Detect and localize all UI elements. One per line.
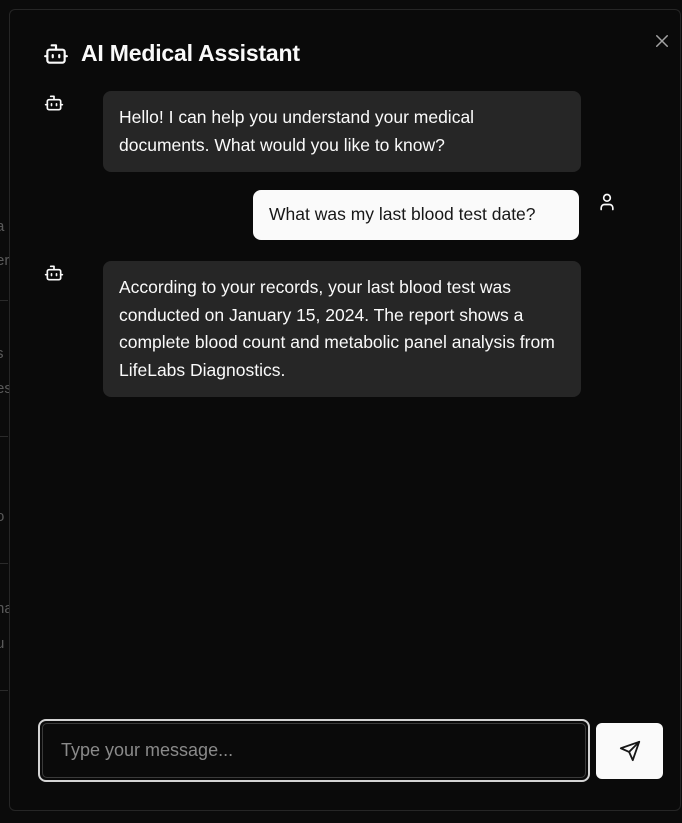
- background-text-fragment: s: [0, 345, 4, 362]
- user-avatar: [596, 191, 618, 213]
- background-divider: [0, 690, 8, 691]
- send-icon: [619, 740, 640, 762]
- background-text-fragment: er: [0, 252, 10, 269]
- user-icon: [600, 193, 614, 211]
- bot-icon: [44, 43, 68, 64]
- background-text-fragment: o: [0, 508, 5, 525]
- user-message: What was my last blood test date?: [253, 190, 579, 240]
- assistant-message: According to your records, your last blo…: [103, 261, 581, 397]
- assistant-message: Hello! I can help you understand your me…: [103, 91, 581, 172]
- background-text-fragment: u: [0, 635, 5, 652]
- send-button[interactable]: [596, 723, 663, 779]
- message-input-wrapper: [38, 719, 590, 782]
- background-text-fragment: a: [0, 218, 5, 235]
- dialog-header: AI Medical Assistant: [43, 40, 300, 67]
- dialog-title: AI Medical Assistant: [81, 40, 300, 66]
- background-divider: [0, 436, 8, 437]
- bot-icon: [44, 95, 64, 111]
- message-input[interactable]: [42, 723, 586, 778]
- close-button[interactable]: [651, 30, 673, 52]
- background-divider: [0, 300, 8, 301]
- bot-icon: [44, 265, 64, 281]
- assistant-avatar: [43, 262, 65, 284]
- close-icon: [656, 35, 668, 47]
- assistant-avatar: [43, 92, 65, 114]
- background-divider: [0, 563, 8, 564]
